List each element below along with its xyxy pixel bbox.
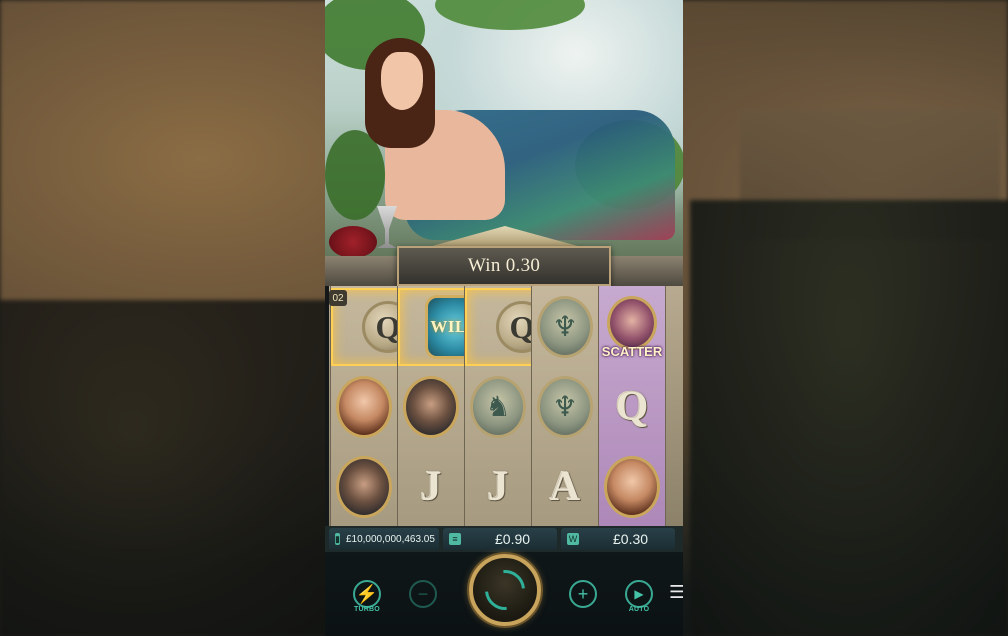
- symbol-woman-icon: [604, 456, 660, 518]
- win-icon: W: [567, 533, 579, 545]
- play-icon: ▶: [625, 580, 653, 608]
- reel-cell: [331, 368, 397, 446]
- scatter-label: SCATTER: [601, 343, 663, 359]
- win-banner-amount: 0.30: [505, 255, 541, 276]
- win-value: £0.30: [613, 531, 649, 547]
- spin-button[interactable]: [469, 554, 541, 626]
- reel-4: ♆ ♆ A: [531, 286, 599, 526]
- win-banner: Win 0.30: [397, 246, 611, 286]
- reel-cell: ♞: [465, 368, 531, 446]
- reel-cell: [331, 448, 397, 526]
- symbol-letter: A: [549, 464, 581, 510]
- turbo-label: TURBO: [354, 606, 380, 613]
- increase-bet-button[interactable]: +: [569, 580, 597, 608]
- reel-2: WILD J: [397, 286, 485, 526]
- symbol-scatter: SCATTER: [601, 295, 663, 359]
- info-bar: ▮ £10,000,000,463.05 ≡ £0.90 W £0.30: [325, 526, 683, 552]
- symbol-letter: J: [487, 464, 509, 510]
- reel-cell: [599, 448, 665, 526]
- autoplay-button[interactable]: ▶ AUTO: [625, 580, 653, 613]
- reel-cell: Q: [599, 368, 665, 446]
- symbol-letter: J: [420, 464, 442, 510]
- reel-3: Q ♞ J: [464, 286, 548, 526]
- reel-cell: SCATTER: [599, 288, 665, 366]
- control-panel: ⚡ TURBO − + ▶ AUTO ☰: [325, 552, 683, 636]
- plus-icon: +: [569, 580, 597, 608]
- reel-grid: Q WILD J Q ♞ J ♆ ♆ A SCATTER Q: [329, 286, 683, 526]
- reel-5: SCATTER Q: [598, 286, 666, 526]
- symbol-pegasus-icon: ♞: [470, 376, 526, 438]
- scatter-portrait: [607, 295, 657, 350]
- reel-cell: J: [465, 448, 531, 526]
- bet-value: £0.90: [495, 531, 531, 547]
- bet-display: ≡ £0.90: [443, 528, 557, 550]
- coin-stack-icon: ≡: [449, 533, 461, 545]
- wallet-icon: ▮: [335, 533, 340, 545]
- turbo-button[interactable]: ⚡ TURBO: [353, 580, 381, 613]
- reel-cell: ♆: [532, 368, 598, 446]
- vine-leaves: [435, 0, 585, 30]
- symbol-letter: Q: [615, 384, 649, 430]
- symbol-man-icon: [403, 376, 459, 438]
- reel-cell: A: [532, 448, 598, 526]
- menu-button[interactable]: ☰: [669, 582, 683, 603]
- symbol-woman-icon: [336, 376, 392, 438]
- left-shade: [0, 0, 325, 636]
- slot-game: Win 0.30 Q WILD J Q ♞ J ♆ ♆ A SCATTER Q 02 ▮ £10,0…: [325, 0, 683, 636]
- reel-cell: [398, 368, 464, 446]
- symbol-lyre-icon: ♆: [537, 296, 593, 358]
- wine-glass: [377, 206, 397, 248]
- spin-arrows-icon: [476, 561, 534, 619]
- grapes: [329, 226, 377, 258]
- symbol-lyre-icon: ♆: [537, 376, 593, 438]
- auto-label: AUTO: [628, 606, 650, 613]
- reel-cell: ♆: [532, 288, 598, 366]
- balance-display: ▮ £10,000,000,463.05: [329, 528, 439, 550]
- decrease-bet-button[interactable]: −: [409, 580, 437, 608]
- reel-1: Q: [330, 286, 414, 526]
- symbol-man-icon: [336, 456, 392, 518]
- reel-cell: J: [398, 448, 464, 526]
- goddess-face: [381, 52, 423, 110]
- win-display: W £0.30: [561, 528, 675, 550]
- win-banner-label: Win: [467, 255, 501, 276]
- balance-value: £10,000,000,463.05: [345, 533, 435, 545]
- lightning-icon: ⚡: [353, 580, 381, 608]
- right-shade: [683, 0, 1008, 636]
- minus-icon: −: [409, 580, 437, 608]
- multiplier-badge: 02: [329, 290, 347, 306]
